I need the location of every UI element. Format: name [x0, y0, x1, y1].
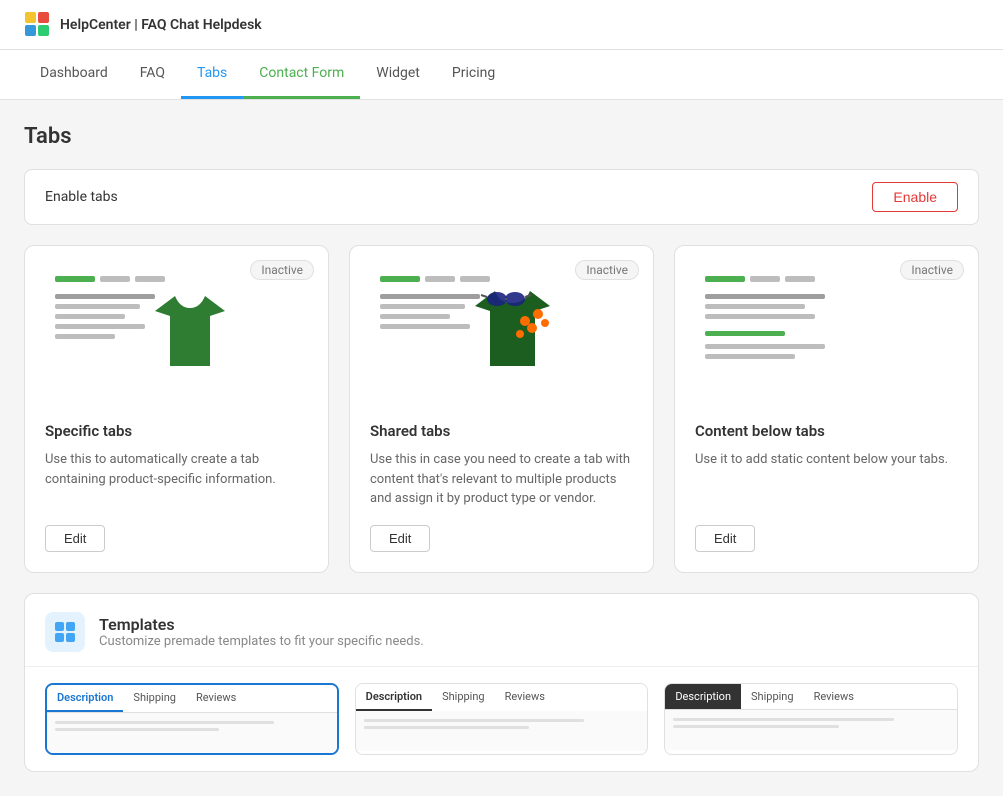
shared-tabs-image — [370, 266, 570, 396]
template-tab-description-underline[interactable]: Description — [356, 684, 432, 711]
page-title: Tabs — [24, 124, 979, 149]
nav-item-faq[interactable]: FAQ — [124, 49, 181, 99]
enable-button[interactable]: Enable — [872, 182, 958, 212]
template-card-dark[interactable]: Description Shipping Reviews — [664, 683, 958, 755]
template-body-blue — [47, 713, 337, 753]
templates-subtitle: Customize premade templates to fit your … — [99, 634, 424, 649]
enable-tabs-row: Enable tabs Enable — [24, 169, 979, 225]
shared-tabs-card: Inactive — [349, 245, 654, 573]
template-tab-reviews-blue[interactable]: Reviews — [186, 685, 246, 712]
nav-item-pricing[interactable]: Pricing — [436, 49, 511, 99]
app-header: HelpCenter | FAQ Chat Helpdesk — [0, 0, 1003, 50]
content-below-tabs-body: Content below tabs Use it to add static … — [675, 406, 978, 572]
shared-tabs-badge: Inactive — [575, 260, 639, 280]
template-tab-description-dark[interactable]: Description — [665, 684, 741, 709]
grid-icon — [54, 621, 76, 643]
template-tab-shipping-underline[interactable]: Shipping — [432, 684, 495, 711]
template-card-underline[interactable]: Description Shipping Reviews — [355, 683, 649, 755]
template-body-underline — [356, 711, 648, 751]
nav-item-tabs[interactable]: Tabs — [181, 49, 243, 99]
templates-section: Templates Customize premade templates to… — [24, 593, 979, 772]
template-tab-reviews-dark[interactable]: Reviews — [804, 684, 864, 709]
content-below-tabs-card: Inactive Content below tabs Use it to ad… — [674, 245, 979, 573]
template-tab-shipping-dark[interactable]: Shipping — [741, 684, 804, 709]
nav-item-contact-form[interactable]: Contact Form — [243, 49, 360, 99]
shared-tabs-title: Shared tabs — [370, 422, 633, 440]
main-nav: Dashboard FAQ Tabs Contact Form Widget P… — [0, 50, 1003, 100]
shared-tabs-body: Shared tabs Use this in case you need to… — [350, 406, 653, 572]
template-tabs-underline: Description Shipping Reviews — [356, 684, 648, 711]
templates-icon — [45, 612, 85, 652]
specific-tabs-desc: Use this to automatically create a tab c… — [45, 450, 308, 509]
template-tab-description-blue[interactable]: Description — [47, 685, 123, 712]
logo-icon — [24, 11, 52, 39]
template-card-blue[interactable]: Description Shipping Reviews — [45, 683, 339, 755]
content-below-tabs-illustration: Inactive — [675, 246, 978, 406]
shared-tabs-illustration: Inactive — [350, 246, 653, 406]
content-below-tabs-image — [695, 266, 895, 396]
template-tab-reviews-underline[interactable]: Reviews — [495, 684, 555, 711]
logo-area: HelpCenter | FAQ Chat Helpdesk — [24, 11, 262, 39]
content-below-tabs-edit-button[interactable]: Edit — [695, 525, 755, 552]
content-below-tabs-desc: Use it to add static content below your … — [695, 450, 958, 509]
tab-type-cards: Inactive — [24, 245, 979, 573]
templates-cards-row: Description Shipping Reviews Description… — [25, 667, 978, 771]
template-body-dark — [665, 710, 957, 750]
specific-tabs-edit-button[interactable]: Edit — [45, 525, 105, 552]
template-tabs-blue: Description Shipping Reviews — [47, 685, 337, 713]
shared-tabs-desc: Use this in case you need to create a ta… — [370, 450, 633, 509]
nav-item-dashboard[interactable]: Dashboard — [24, 49, 124, 99]
content-below-tabs-title: Content below tabs — [695, 422, 958, 440]
page-content: Tabs Enable tabs Enable Inactive — [0, 100, 1003, 796]
enable-tabs-label: Enable tabs — [45, 189, 118, 205]
templates-text: Templates Customize premade templates to… — [99, 615, 424, 649]
specific-tabs-image — [45, 266, 245, 396]
templates-title: Templates — [99, 615, 424, 634]
specific-tabs-title: Specific tabs — [45, 422, 308, 440]
specific-tabs-illustration: Inactive — [25, 246, 328, 406]
specific-tabs-body: Specific tabs Use this to automatically … — [25, 406, 328, 572]
template-tabs-dark: Description Shipping Reviews — [665, 684, 957, 710]
templates-header: Templates Customize premade templates to… — [25, 594, 978, 667]
content-below-tabs-badge: Inactive — [900, 260, 964, 280]
app-title: HelpCenter | FAQ Chat Helpdesk — [60, 17, 262, 33]
nav-item-widget[interactable]: Widget — [360, 49, 436, 99]
template-tab-shipping-blue[interactable]: Shipping — [123, 685, 186, 712]
shared-tabs-edit-button[interactable]: Edit — [370, 525, 430, 552]
specific-tabs-badge: Inactive — [250, 260, 314, 280]
specific-tabs-card: Inactive — [24, 245, 329, 573]
